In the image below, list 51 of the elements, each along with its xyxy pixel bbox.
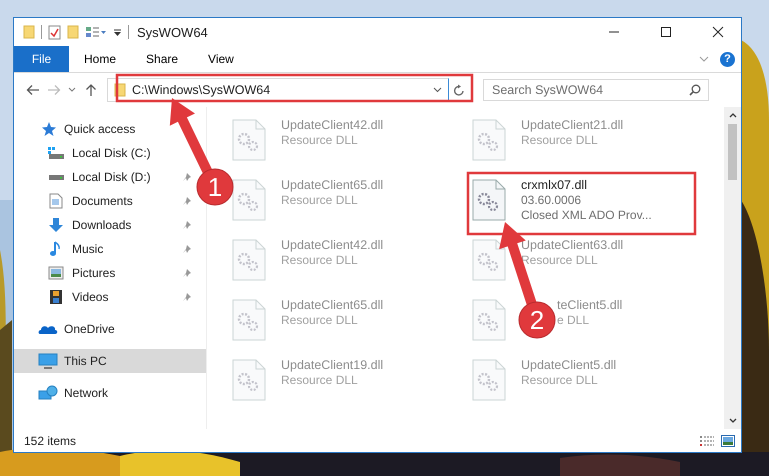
view-options-icon[interactable] [85,25,107,39]
sidebar-item[interactable]: Local Disk (D:) [46,170,151,184]
file-name[interactable]: crxmlx07.dll [521,178,652,192]
file-detail: 03.60.0006 [521,193,582,207]
folder-icon [23,25,35,39]
ribbon-tab[interactable]: View [193,46,249,72]
sidebar-item[interactable]: Quick access [38,121,136,137]
window-title: SysWOW64 [137,24,208,40]
file-detail: Resource DLL [281,373,359,387]
ribbon-tab[interactable]: Home [69,46,132,72]
picture-icon [46,266,66,280]
help-button[interactable]: ? [720,52,735,66]
file-detail: Resource DLL [521,373,599,387]
sidebar-item[interactable]: OneDrive [38,322,115,336]
search-icon[interactable] [689,84,701,96]
details-view-icon[interactable] [699,434,715,446]
file-detail: e DLL [557,313,590,327]
sidebar-item[interactable]: Local Disk (C:) [46,146,151,160]
drive-icon [46,146,66,160]
scrollbar[interactable] [724,107,741,429]
file-detail: Resource DLL [281,313,359,327]
file-gear-icon[interactable] [231,177,267,223]
sidebar-item[interactable]: Downloads [46,217,132,233]
file-detail: Resource DLL [521,253,599,267]
new-folder-icon[interactable] [67,25,79,39]
file-detail: Closed XML ADO Prov... [521,208,652,222]
file-detail: Resource DLL [281,133,359,147]
sidebar-item[interactable]: Music [46,241,104,257]
properties-icon[interactable] [48,24,61,40]
sidebar-item[interactable]: Pictures [46,266,116,280]
large-icons-view-icon[interactable] [721,434,735,446]
ribbon-tab[interactable]: Share [131,46,194,72]
drive-icon [46,174,66,180]
file-detail: Resource DLL [521,133,599,147]
sidebar-item[interactable]: Documents [46,193,133,209]
item-count: 152 items [24,434,76,448]
address-bar[interactable]: C:\Windows\SysWOW64 [107,78,449,102]
file-gear-icon[interactable] [471,177,507,223]
scroll-thumb[interactable] [728,124,737,180]
sidebar-item[interactable]: Videos [46,289,108,305]
file-detail: Resource DLL [281,253,359,267]
file-detail: Resource DLL [281,193,359,207]
file-gear-icon[interactable] [471,237,507,283]
sidebar-item[interactable]: Network [38,385,108,401]
search-field[interactable]: Search SysWOW64 [483,79,709,101]
customize-icon[interactable] [113,27,122,37]
file-tab[interactable]: File [14,46,69,72]
network-icon [38,385,58,401]
sidebar-item[interactable]: This PC [38,353,107,369]
monitor-icon [38,353,58,369]
dropdown-icon[interactable] [433,87,442,93]
